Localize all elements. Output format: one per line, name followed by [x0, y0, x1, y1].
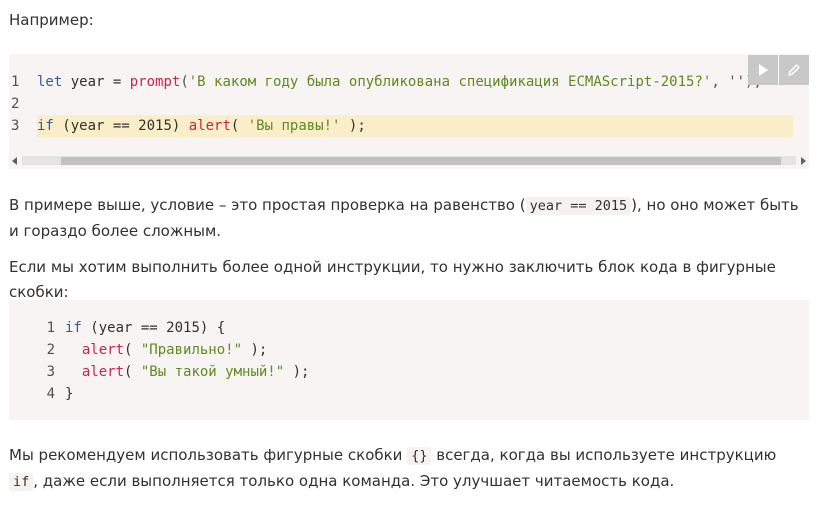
inline-code: {}	[407, 447, 432, 465]
text: В примере выше, условие – это простая пр…	[9, 196, 526, 214]
string-literal: "Вы такой умный!"	[140, 364, 285, 380]
number-literal: 2015	[166, 320, 200, 336]
code-text: )	[171, 118, 189, 134]
line-number: 2	[11, 96, 20, 112]
code-line-3-highlighted: if (year == 2015) alert( 'Вы правы!' );	[37, 115, 793, 137]
run-button[interactable]	[748, 55, 778, 85]
code-text: ) {	[199, 320, 226, 336]
function-name: alert	[81, 364, 125, 380]
inline-code: if	[9, 473, 34, 491]
code-toolbar	[748, 55, 809, 85]
code-line-4: }	[65, 383, 793, 405]
function-name: prompt	[129, 74, 181, 90]
inline-code: year == 2015	[525, 197, 632, 215]
string-literal: 'Вы правы!'	[247, 118, 341, 134]
scrollbar-thumb[interactable]	[61, 157, 781, 165]
text: , даже если выполняется только одна кома…	[33, 472, 675, 490]
line-numbers: 1 2 3 4	[29, 317, 55, 405]
run-icon	[759, 64, 768, 76]
string-literal: 'В каком году была опубликована специфик…	[188, 74, 712, 90]
pencil-icon	[788, 64, 800, 76]
paragraph-condition: В примере выше, условие – это простая пр…	[9, 193, 810, 244]
keyword: let	[37, 74, 63, 90]
code-line-3: alert( "Вы такой умный!" );	[65, 361, 793, 383]
line-number: 4	[46, 386, 55, 402]
keyword: if	[65, 320, 82, 336]
code-line-1: let year = prompt('В каком году была опу…	[37, 71, 793, 93]
code-block-example-1: 1 2 3 let year = prompt('В каком году бы…	[9, 54, 809, 169]
code-text: (	[124, 342, 141, 358]
line-number: 2	[46, 342, 55, 358]
paragraph-block: Если мы хотим выполнить более одной инст…	[9, 258, 776, 301]
code-text: (	[124, 364, 141, 380]
number-literal: 2015	[138, 118, 172, 134]
code-line-2: alert( "Правильно!" );	[65, 339, 793, 361]
edit-button[interactable]	[779, 55, 809, 85]
code-lines: if (year == 2015) { alert( "Правильно!" …	[65, 317, 793, 405]
scroll-left-arrow-icon[interactable]	[10, 156, 20, 166]
keyword: if	[37, 118, 54, 134]
function-name: alert	[188, 118, 231, 134]
code-text: (	[180, 74, 189, 90]
paragraph-recommendation: Мы рекомендуем использовать фигурные ско…	[9, 443, 810, 495]
code-lines: let year = prompt('В каком году была опу…	[37, 71, 793, 137]
code-block-example-2: 1 2 3 4 if (year == 2015) { alert( "Прав…	[9, 300, 809, 420]
code-text: );	[340, 118, 366, 134]
code-text: );	[284, 364, 310, 380]
string-literal: "Правильно!"	[140, 342, 243, 358]
line-numbers: 1 2 3	[9, 71, 31, 137]
line-number: 3	[46, 364, 55, 380]
scroll-right-arrow-icon[interactable]	[798, 156, 808, 166]
text: Мы рекомендуем использовать фигурные ско…	[9, 446, 408, 464]
code-text: (year ==	[53, 118, 139, 134]
horizontal-scrollbar[interactable]	[9, 153, 809, 168]
line-number: 1	[46, 320, 55, 336]
code-text: (year ==	[81, 320, 167, 336]
line-number: 3	[11, 118, 20, 134]
text: всегда, когда вы используете инструкцию	[431, 446, 777, 464]
code-line-1: if (year == 2015) {	[65, 317, 793, 339]
function-name: alert	[81, 342, 125, 358]
code-text: (	[230, 118, 248, 134]
intro-text: Например:	[9, 11, 94, 29]
code-text: }	[65, 386, 74, 402]
code-text: );	[242, 342, 268, 358]
line-number: 1	[11, 74, 20, 90]
code-text: year =	[62, 74, 130, 90]
